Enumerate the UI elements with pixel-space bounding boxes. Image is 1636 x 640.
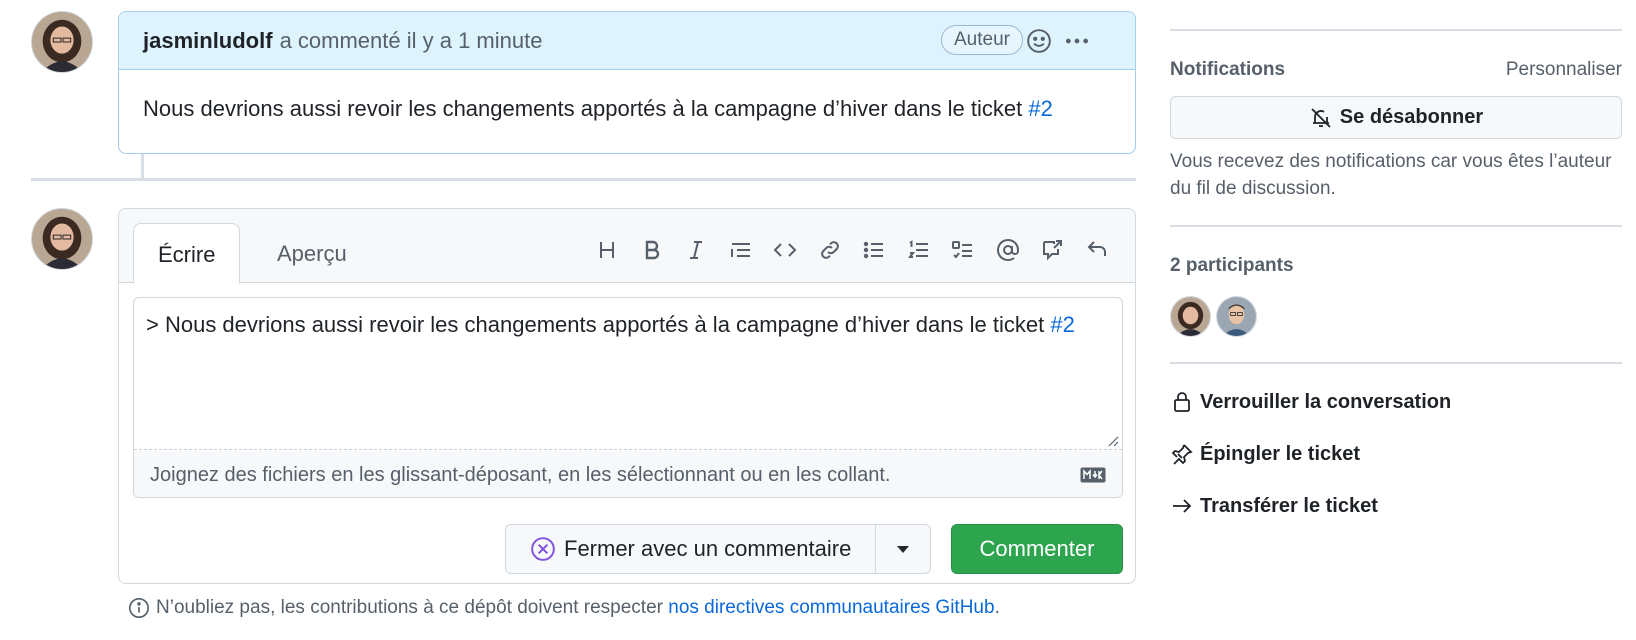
- footer-end: .: [994, 597, 1000, 618]
- participants-heading: 2 participants: [1170, 255, 1294, 276]
- close-with-comment-button[interactable]: Fermer avec un commentaire: [506, 525, 877, 573]
- comment-header: jasminludolf a commenté il y a 1 minute …: [119, 12, 1135, 70]
- tab-preview[interactable]: Aperçu: [253, 223, 371, 284]
- link-icon[interactable]: [808, 235, 853, 265]
- customize-notifications-link[interactable]: Personnaliser: [1506, 59, 1622, 81]
- textarea-quote-text: > Nous devrions aussi revoir les changem…: [146, 312, 1051, 337]
- comment-timestamp: a commenté il y a 1 minute: [279, 27, 543, 53]
- timeline-line: [141, 150, 144, 178]
- comment-textarea[interactable]: > Nous devrions aussi revoir les changem…: [133, 297, 1123, 498]
- comment-body: Nous devrions aussi revoir les changemen…: [119, 70, 1135, 148]
- heading-icon[interactable]: [585, 235, 630, 265]
- lock-conversation-label: Verrouiller la conversation: [1200, 390, 1452, 413]
- tab-write[interactable]: Écrire: [133, 223, 241, 284]
- sidebar-divider: [1170, 362, 1622, 364]
- quote-icon[interactable]: [719, 235, 764, 265]
- transfer-issue-label: Transférer le ticket: [1200, 494, 1378, 517]
- lock-icon: [1174, 392, 1190, 412]
- pin-issue-action[interactable]: Épingler le ticket: [1170, 442, 1360, 466]
- community-guidelines-note: N’oubliez pas, les contributions à ce dé…: [128, 597, 1000, 619]
- resize-handle-icon[interactable]: [1107, 435, 1119, 447]
- issue-reference-link[interactable]: #2: [1028, 96, 1052, 121]
- task-list-icon[interactable]: [941, 235, 986, 265]
- more-options-icon[interactable]: [1062, 26, 1092, 56]
- participant-avatar[interactable]: [1170, 296, 1211, 337]
- bell-slash-icon: [1311, 107, 1331, 128]
- community-guidelines-link[interactable]: nos directives communautaires GitHub: [668, 597, 994, 619]
- comment-editor: Écrire Aperçu > Nous devrions aussi revo…: [118, 208, 1136, 584]
- footer-text: N’oubliez pas, les contributions à ce dé…: [156, 597, 663, 618]
- reply-icon[interactable]: [1075, 235, 1120, 265]
- reaction-smiley-icon[interactable]: [1024, 26, 1054, 56]
- info-icon: [129, 598, 149, 618]
- cross-reference-icon[interactable]: [1030, 235, 1075, 265]
- current-user-avatar[interactable]: [31, 208, 93, 270]
- sidebar-divider: [1170, 225, 1622, 227]
- unsubscribe-button[interactable]: Se désabonner: [1170, 96, 1622, 139]
- comment-button[interactable]: Commenter: [951, 524, 1123, 574]
- comment-card: jasminludolf a commenté il y a 1 minute …: [118, 11, 1136, 154]
- comment-author-avatar[interactable]: [31, 11, 93, 73]
- file-attach-area[interactable]: Joignez des fichiers en les glissant-dép…: [134, 451, 1122, 497]
- attach-hint: Joignez des fichiers en les glissant-dép…: [150, 463, 891, 486]
- unsubscribe-label: Se désabonner: [1339, 106, 1484, 128]
- close-circle-icon: [531, 537, 555, 561]
- sidebar-divider: [1170, 29, 1622, 31]
- bold-icon[interactable]: [630, 235, 675, 265]
- arrow-right-icon: [1173, 499, 1192, 513]
- author-badge: Auteur: [941, 25, 1023, 55]
- notifications-heading: Notifications: [1170, 59, 1286, 80]
- textarea-content[interactable]: > Nous devrions aussi revoir les changem…: [134, 298, 1122, 450]
- comment-author[interactable]: jasminludolf: [143, 28, 273, 54]
- mention-icon[interactable]: [986, 235, 1031, 265]
- markdown-icon: [1080, 467, 1106, 483]
- close-options-dropdown[interactable]: [876, 525, 930, 573]
- editor-tabbar: Écrire Aperçu: [119, 209, 1135, 284]
- textarea-issue-reference: #2: [1050, 312, 1075, 337]
- pin-icon: [1171, 444, 1193, 465]
- formatting-toolbar: [585, 235, 1119, 265]
- pin-issue-label: Épingler le ticket: [1200, 442, 1361, 465]
- numbered-list-icon[interactable]: [897, 235, 942, 265]
- lock-conversation-action[interactable]: Verrouiller la conversation: [1170, 390, 1451, 414]
- italic-icon[interactable]: [674, 235, 719, 265]
- notifications-note: Vous recevez des notifications car vous …: [1170, 151, 1612, 199]
- close-button-group: Fermer avec un commentaire: [505, 524, 932, 574]
- timeline-separator: [31, 178, 1136, 181]
- close-with-comment-label: Fermer avec un commentaire: [564, 536, 852, 561]
- comment-text: Nous devrions aussi revoir les changemen…: [143, 96, 1029, 121]
- bulleted-list-icon[interactable]: [852, 235, 897, 265]
- code-icon[interactable]: [763, 235, 808, 265]
- triangle-down-icon: [897, 546, 910, 553]
- participant-avatar[interactable]: [1216, 296, 1257, 337]
- transfer-issue-action[interactable]: Transférer le ticket: [1170, 494, 1378, 518]
